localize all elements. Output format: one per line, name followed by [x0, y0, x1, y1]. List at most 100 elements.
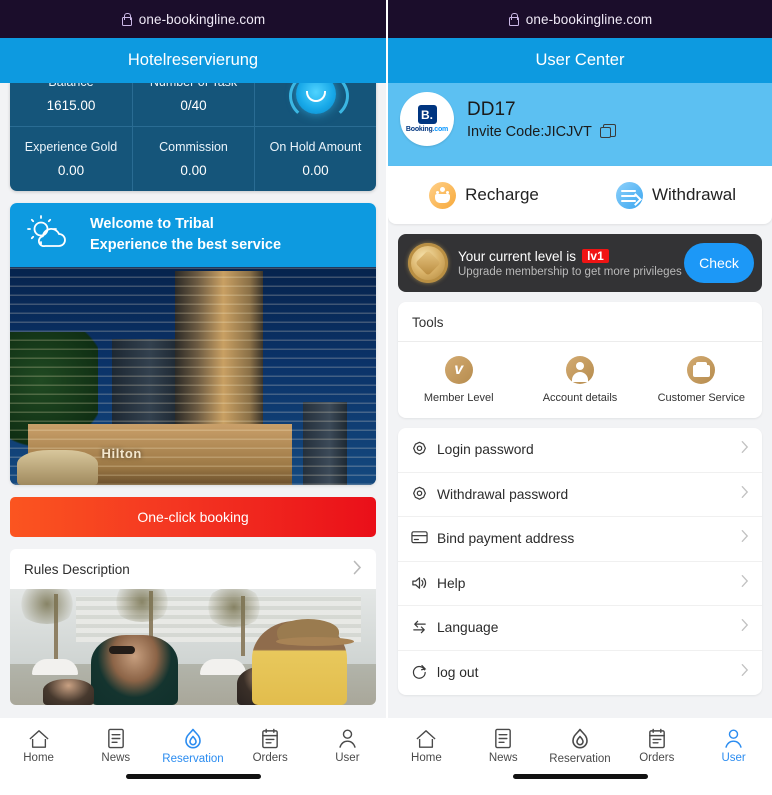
stat-number-of-task: Number of Task 0/40 — [132, 83, 254, 126]
tool-label: Account details — [543, 392, 618, 404]
settings-menu: Login password Withdrawal password — [398, 428, 762, 695]
tab-orders[interactable]: Orders — [618, 722, 695, 770]
tabs-right: Home News Reservation Orders — [388, 718, 772, 770]
menu-item-language[interactable]: Language — [398, 606, 762, 651]
booking-logo-label: Booking.com — [406, 126, 448, 133]
recharge-button[interactable]: Recharge — [388, 166, 580, 224]
right-scroll-area[interactable]: B. Booking.com DD17 Invite Code:JICJVT — [388, 83, 772, 718]
lock-icon — [508, 13, 519, 26]
bottom-tabbar-left: Home News Reservation Orders — [0, 718, 386, 795]
chevron-right-icon — [741, 440, 749, 459]
tool-label: Member Level — [424, 392, 494, 404]
sun-cloud-icon — [24, 215, 76, 255]
user-name: DD17 — [467, 98, 615, 122]
tab-label: Home — [23, 752, 54, 764]
tool-customer-service[interactable]: Customer Service — [641, 356, 762, 404]
stat-label: On Hold Amount — [270, 140, 362, 154]
welcome-banner: Welcome to Tribal Experience the best se… — [10, 203, 376, 267]
browser-url-bar-left[interactable]: one-bookingline.com — [0, 0, 386, 38]
left-scroll-area[interactable]: Balance 1615.00 Number of Task 0/40 — [0, 83, 386, 718]
menu-item-bind-payment-address[interactable]: Bind payment address — [398, 517, 762, 562]
level-badge: lv1 — [582, 249, 609, 263]
home-indicator — [126, 774, 261, 779]
page-title: User Center — [536, 51, 625, 70]
bottom-tabbar-right: Home News Reservation Orders — [388, 718, 772, 795]
withdrawal-label: Withdrawal — [652, 185, 736, 205]
menu-item-withdrawal-password[interactable]: Withdrawal password — [398, 473, 762, 518]
invite-code-text: Invite Code:JICJVT — [467, 124, 592, 140]
url-text: one-bookingline.com — [139, 12, 265, 27]
tab-label: News — [101, 752, 130, 764]
menu-label: Bind payment address — [437, 531, 574, 546]
tab-home[interactable]: Home — [388, 722, 465, 770]
tab-user[interactable]: User — [695, 722, 772, 770]
menu-item-log-out[interactable]: log out — [398, 651, 762, 696]
hotel-photo: Hilton — [10, 267, 376, 485]
withdrawal-button[interactable]: Withdrawal — [580, 166, 772, 224]
stat-label: Commission — [159, 140, 228, 154]
stat-value: 1615.00 — [47, 98, 96, 113]
app-header-left: Hotelreservierung — [0, 38, 386, 83]
tab-label: Orders — [639, 752, 674, 764]
stat-commission: Commission 0.00 — [132, 126, 254, 191]
copy-icon[interactable] — [600, 124, 615, 139]
profile-text: DD17 Invite Code:JICJVT — [467, 98, 615, 140]
tab-label: Home — [411, 752, 442, 764]
check-button[interactable]: Check — [684, 243, 754, 283]
stat-label: Experience Gold — [25, 140, 117, 154]
tool-member-level[interactable]: v Member Level — [398, 356, 519, 404]
stat-label: Number of Task — [150, 83, 237, 89]
avatar[interactable]: B. Booking.com — [400, 92, 454, 146]
menu-item-login-password[interactable]: Login password — [398, 428, 762, 473]
menu-label: Help — [437, 576, 465, 591]
stat-value: 0.00 — [180, 163, 206, 178]
recharge-icon — [429, 182, 456, 209]
browser-url-bar-right[interactable]: one-bookingline.com — [388, 0, 772, 38]
tools-grid: v Member Level Account details Customer … — [398, 342, 762, 418]
app-header-right: User Center — [388, 38, 772, 83]
tab-label: Reservation — [549, 753, 610, 765]
tab-user[interactable]: User — [309, 722, 386, 770]
tab-reservation[interactable]: Reservation — [542, 722, 619, 770]
tab-orders[interactable]: Orders — [232, 722, 309, 770]
invite-code-row: Invite Code:JICJVT — [467, 124, 615, 140]
gear-octagon-icon — [411, 486, 428, 503]
tab-label: Reservation — [162, 753, 223, 765]
tab-label: User — [335, 752, 359, 764]
tab-home[interactable]: Home — [0, 722, 77, 770]
service-desk-icon — [687, 356, 715, 384]
tab-label: User — [721, 752, 745, 764]
tab-news[interactable]: News — [465, 722, 542, 770]
person-icon — [566, 356, 594, 384]
chevron-right-icon — [741, 529, 749, 548]
tab-label: News — [489, 752, 518, 764]
stat-value: 0.00 — [302, 163, 328, 178]
one-click-booking-button[interactable]: One-click booking — [10, 497, 376, 537]
rules-description-row[interactable]: Rules Description — [10, 549, 376, 589]
welcome-line-2: Experience the best service — [90, 235, 281, 256]
speaker-icon — [411, 575, 428, 592]
tab-news[interactable]: News — [77, 722, 154, 770]
refresh-icon — [411, 664, 428, 681]
membership-level-banner: Your current level is lv1 Upgrade member… — [398, 234, 762, 292]
card-icon — [411, 530, 428, 547]
welcome-text: Welcome to Tribal Experience the best se… — [90, 214, 281, 256]
tabs-left: Home News Reservation Orders — [0, 718, 386, 770]
phone-left: one-bookingline.com Hotelreservierung Ba… — [0, 0, 386, 795]
page-title: Hotelreservierung — [128, 51, 258, 70]
swap-arrows-icon — [411, 619, 428, 636]
menu-item-help[interactable]: Help — [398, 562, 762, 607]
tool-account-details[interactable]: Account details — [519, 356, 640, 404]
lock-icon — [121, 13, 132, 26]
chevron-right-icon — [741, 574, 749, 593]
tab-reservation[interactable]: Reservation — [154, 722, 231, 770]
customer-service-button[interactable] — [254, 83, 376, 126]
tools-title: Tools — [398, 302, 762, 342]
recharge-label: Recharge — [465, 185, 539, 205]
hotel-name-sign: Hilton — [102, 446, 142, 461]
stat-balance: Balance 1615.00 — [10, 83, 132, 126]
welcome-card: Welcome to Tribal Experience the best se… — [10, 203, 376, 485]
stat-value: 0/40 — [180, 98, 206, 113]
booking-logo-mark: B. — [418, 105, 437, 124]
chevron-right-icon — [741, 485, 749, 504]
